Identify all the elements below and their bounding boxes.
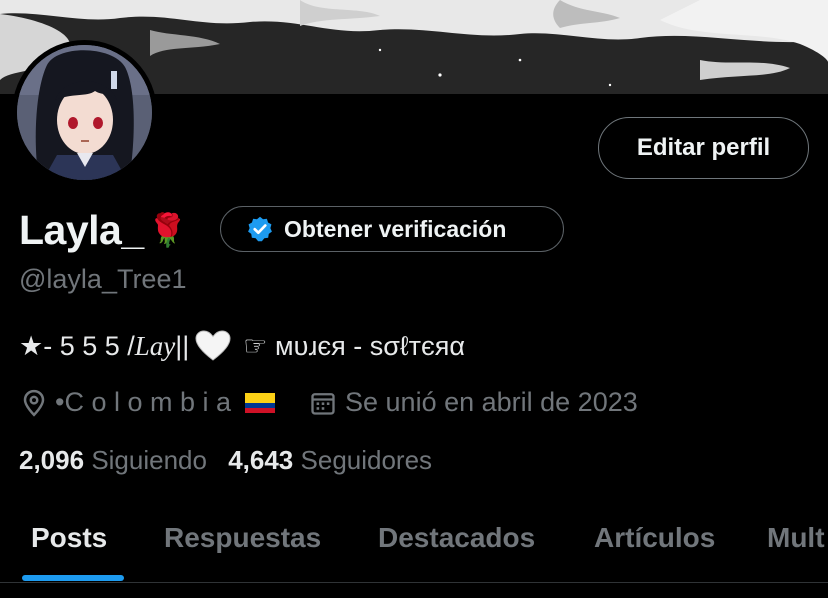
display-name-row: Layla_ 🌹 — [19, 205, 188, 255]
joined-date: Se unió en abril de 2023 — [345, 387, 638, 417]
tab-destacados[interactable]: Destacados — [378, 522, 535, 554]
active-tab-indicator — [22, 575, 124, 581]
get-verified-button[interactable]: Obtener verificación — [220, 206, 564, 252]
display-name: Layla_ — [19, 206, 144, 253]
edit-profile-button[interactable]: Editar perfil — [598, 117, 809, 179]
follow-stats: 2,096 Siguiendo 4,643 Seguidores — [19, 445, 432, 476]
bio-lay: Lay — [134, 330, 176, 361]
verified-badge-icon — [248, 216, 272, 242]
handle: @layla_Tree1 — [19, 264, 187, 294]
location-text: •C o l o m b i a — [55, 387, 232, 417]
bio: ★- 5 5 5 / Lay || ☞ ᴍᴜɹєя - sσℓтєяα — [19, 330, 465, 362]
colombia-flag-icon — [245, 392, 276, 413]
tab-multimedia[interactable]: Mult — [767, 522, 825, 554]
calendar-icon — [311, 392, 335, 415]
bio-suffix: ☞ ᴍᴜɹєя - sσℓтєяα — [243, 330, 465, 361]
tab-posts[interactable]: Posts — [31, 522, 107, 554]
bio-prefix: ★- 5 5 5 / — [19, 330, 135, 361]
get-verified-label: Obtener verificación — [284, 215, 507, 242]
following-link[interactable]: 2,096 Siguiendo — [19, 445, 214, 475]
profile-tabs: Posts Respuestas Destacados Artículos Mu… — [0, 500, 828, 582]
tab-articulos[interactable]: Artículos — [594, 522, 715, 554]
location-pin-icon — [23, 389, 45, 417]
tab-respuestas[interactable]: Respuestas — [164, 522, 321, 554]
following-count: 2,096 — [19, 445, 85, 475]
avatar[interactable] — [12, 40, 157, 185]
following-label: Siguiendo — [91, 445, 207, 475]
profile-meta: •C o l o m b i a Se unió en abril de 202… — [19, 387, 638, 418]
bio-bars: || — [175, 330, 190, 361]
followers-count: 4,643 — [228, 445, 294, 475]
followers-label: Seguidores — [300, 445, 433, 475]
avatar-image — [17, 45, 152, 180]
rose-emoji: 🌹 — [147, 212, 188, 248]
followers-link[interactable]: 4,643 Seguidores — [228, 445, 432, 475]
white-heart-icon — [195, 330, 231, 361]
tabs-divider — [0, 582, 828, 583]
